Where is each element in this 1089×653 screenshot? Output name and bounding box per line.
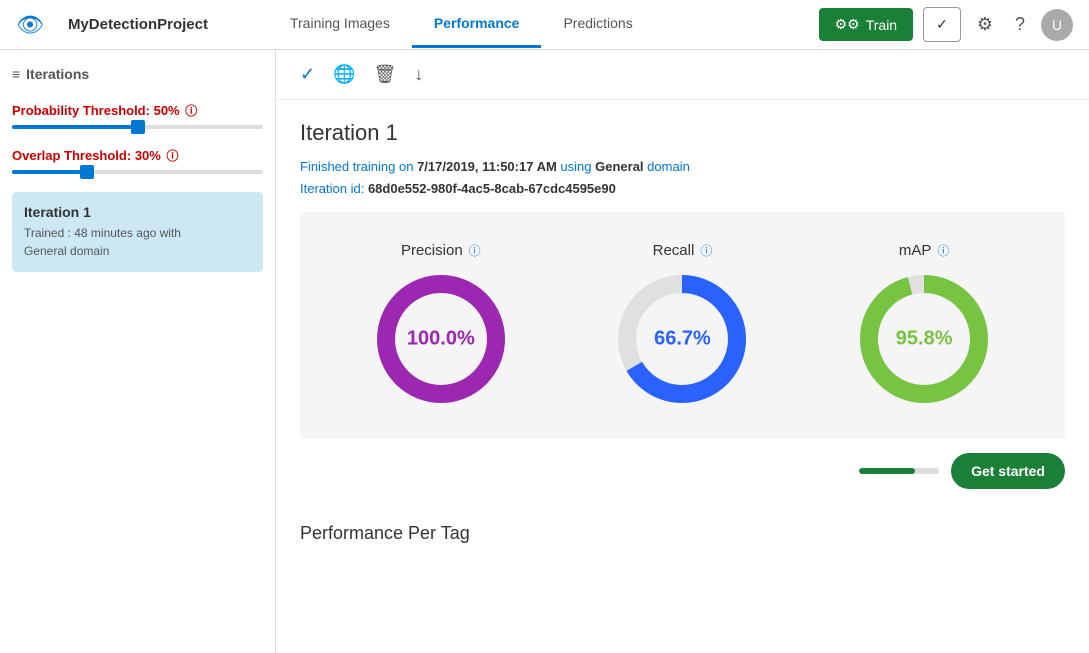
main-layout: ≡ Iterations Probability Threshold: 50% … [0, 50, 1089, 653]
map-donut: 95.8% [854, 269, 994, 409]
tab-training-images[interactable]: Training Images [268, 1, 412, 48]
publish-button[interactable]: ✓ [923, 7, 961, 42]
content-area: ✓ 🌐 🗑 ↓ Iteration 1 Finished training on… [276, 50, 1089, 653]
recall-label: Recall ⓘ [653, 242, 713, 259]
help-button[interactable]: ? [1009, 8, 1031, 41]
nav-tabs: Training Images Performance Predictions [268, 1, 655, 48]
sidebar-title: ≡ Iterations [12, 66, 263, 82]
gear-icon: ⚙⚙ [835, 16, 860, 33]
map-value: 95.8% [896, 328, 953, 351]
trash-icon[interactable]: 🗑 [374, 64, 397, 85]
progress-bar [859, 468, 939, 474]
iteration-item-title: Iteration 1 [24, 204, 251, 220]
iteration-meta: Finished training on 7/17/2019, 11:50:17… [300, 156, 1065, 200]
layers-icon: ≡ [12, 66, 20, 82]
project-name: MyDetectionProject [68, 16, 208, 33]
train-button[interactable]: ⚙⚙ Train [819, 8, 914, 41]
precision-donut: 100.0% [371, 269, 511, 409]
metrics-panel: Precision ⓘ 100.0% Recall [300, 212, 1065, 439]
tab-predictions[interactable]: Predictions [541, 1, 654, 48]
precision-card: Precision ⓘ 100.0% [371, 242, 511, 409]
precision-label: Precision ⓘ [401, 242, 481, 259]
overlap-threshold-section: Overlap Threshold: 30% ⓘ [12, 147, 263, 176]
overlap-info-icon[interactable]: ⓘ [166, 149, 178, 163]
iteration-item-desc: Trained : 48 minutes ago with General do… [24, 224, 251, 260]
probability-threshold-label: Probability Threshold: 50% ⓘ [12, 102, 263, 119]
probability-slider[interactable] [12, 125, 263, 129]
iteration-title: Iteration 1 [300, 120, 1065, 146]
overlap-slider[interactable] [12, 170, 263, 174]
content-inner: ✓ 🌐 🗑 ↓ Iteration 1 Finished training on… [276, 50, 1089, 544]
sidebar: ≡ Iterations Probability Threshold: 50% … [0, 50, 276, 653]
avatar[interactable]: U [1041, 9, 1073, 41]
header-actions: ⚙⚙ Train ✓ ⚙ ? U [819, 7, 1073, 42]
check-icon[interactable]: ✓ [300, 64, 315, 85]
map-label: mAP ⓘ [899, 242, 950, 259]
iteration-list-item[interactable]: Iteration 1 Trained : 48 minutes ago wit… [12, 192, 263, 272]
probability-threshold-section: Probability Threshold: 50% ⓘ [12, 102, 263, 131]
overlap-threshold-label: Overlap Threshold: 30% ⓘ [12, 147, 263, 164]
logo-icon: 👁 [16, 12, 44, 38]
recall-donut: 66.7% [612, 269, 752, 409]
precision-value: 100.0% [407, 328, 475, 351]
get-started-button[interactable]: Get started [951, 453, 1065, 489]
download-icon[interactable]: ↓ [414, 64, 423, 85]
header: 👁 MyDetectionProject Training Images Per… [0, 0, 1089, 50]
performance-per-tag-title: Performance Per Tag [276, 503, 1089, 544]
recall-card: Recall ⓘ 66.7% [612, 242, 752, 409]
globe-icon[interactable]: 🌐 [333, 64, 355, 85]
iteration-header: Iteration 1 Finished training on 7/17/20… [276, 100, 1089, 212]
probability-info-icon[interactable]: ⓘ [185, 104, 197, 118]
get-started-bar: Get started [276, 439, 1089, 503]
map-card: mAP ⓘ 95.8% [854, 242, 994, 409]
toolbar: ✓ 🌐 🗑 ↓ [276, 50, 1089, 100]
settings-button[interactable]: ⚙ [971, 8, 999, 41]
recall-info-icon[interactable]: ⓘ [700, 242, 712, 259]
precision-info-icon[interactable]: ⓘ [469, 242, 481, 259]
tab-performance[interactable]: Performance [412, 1, 542, 48]
recall-value: 66.7% [654, 328, 711, 351]
map-info-icon[interactable]: ⓘ [937, 242, 949, 259]
progress-bar-fill [859, 468, 915, 474]
